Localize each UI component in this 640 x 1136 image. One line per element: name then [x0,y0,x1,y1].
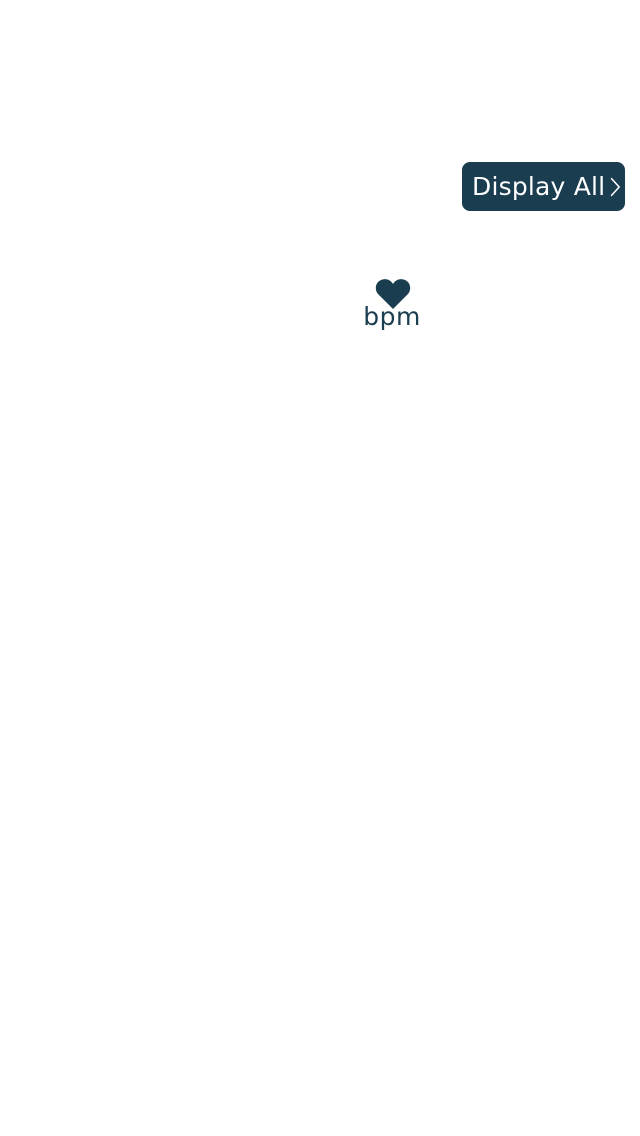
display-all-button[interactable]: Display All [462,162,625,211]
bpm-unit-label: bpm [363,302,421,331]
chevron-right-icon [611,177,621,196]
display-all-label: Display All [472,172,606,201]
